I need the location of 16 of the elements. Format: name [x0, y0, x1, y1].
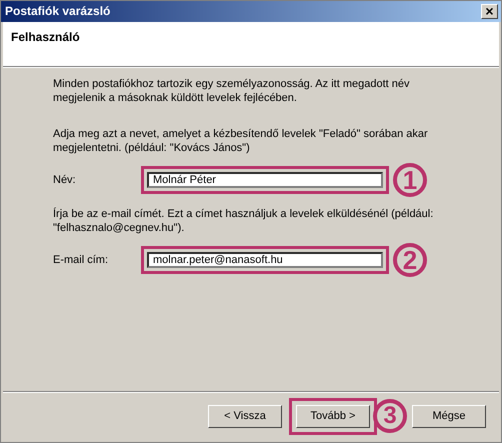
input-field[interactable]: Molnár Péter — [147, 172, 383, 188]
close-button[interactable]: × — [481, 4, 498, 18]
step-marker: 3 — [373, 399, 407, 433]
field-hint: Írja be az e-mail címét. Ezt a címet használjuk a levelek elküldésénél (például: "felhasznalo@cegnev.hu"). — [53, 207, 434, 235]
step-marker: 2 — [393, 243, 427, 277]
window-title: Postafiók varázsló — [5, 4, 110, 18]
intro-text: Minden postafiókhoz tartozik egy személyazonosság. Az itt megadott név megjelenik a másoknak küldött levelek fejlécében. — [53, 77, 410, 105]
input-field[interactable]: molnar.peter@nanasoft.hu — [147, 252, 383, 268]
page-heading: Felhasználó — [11, 30, 80, 44]
field-label: Név: — [53, 174, 77, 186]
field-hint: Adja meg azt a nevet, amelyet a kézbesítendő levelek "Feladó" sorában akar megjelentetni. (például: "Kovács János") — [53, 127, 429, 155]
wizard-button[interactable]: Tovább > — [296, 404, 370, 428]
field-label: E-mail cím: — [53, 254, 109, 266]
wizard-button[interactable]: < Vissza — [208, 404, 282, 428]
wizard-button[interactable]: Mégse — [412, 404, 486, 428]
step-marker: 1 — [393, 163, 427, 197]
